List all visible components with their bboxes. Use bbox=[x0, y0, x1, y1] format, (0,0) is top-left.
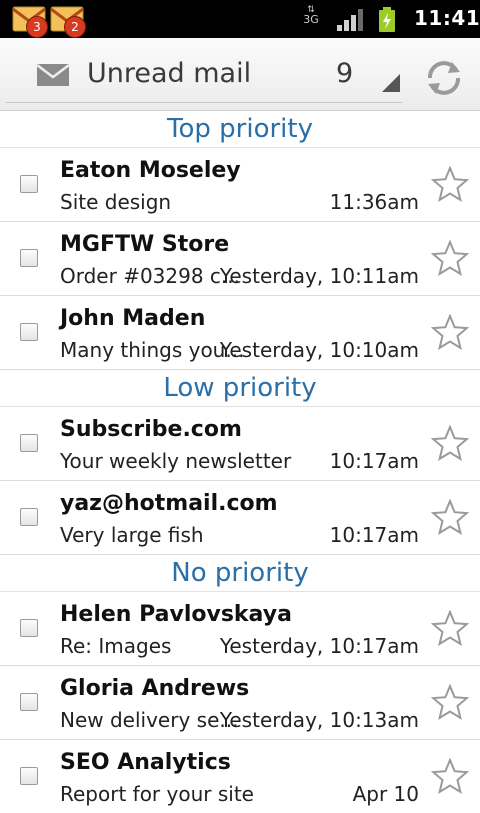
select-checkbox[interactable] bbox=[20, 767, 38, 785]
message-date: Yesterday, 10:11am bbox=[219, 264, 419, 288]
message-subject: Site design bbox=[60, 190, 172, 214]
message-sender: SEO Analytics bbox=[60, 750, 231, 775]
star-icon[interactable] bbox=[431, 240, 469, 276]
gmail-notification[interactable]: 2 bbox=[50, 6, 86, 38]
star-icon[interactable] bbox=[431, 758, 469, 794]
clock: 11:41 bbox=[414, 6, 480, 30]
star-icon[interactable] bbox=[431, 425, 469, 461]
star-icon[interactable] bbox=[431, 166, 469, 202]
section-header-top-priority: Top priority bbox=[0, 111, 480, 148]
sync-icon bbox=[428, 61, 460, 95]
envelope-icon bbox=[36, 64, 70, 86]
message-subject: Many things you... bbox=[60, 338, 245, 362]
message-subject: Report for your site bbox=[60, 782, 254, 806]
unread-count: 9 bbox=[336, 58, 354, 89]
message-date: Yesterday, 10:17am bbox=[219, 634, 419, 658]
message-date: 10:17am bbox=[329, 449, 419, 473]
select-checkbox[interactable] bbox=[20, 175, 38, 193]
message-sender: Gloria Andrews bbox=[60, 676, 250, 701]
message-sender: Subscribe.com bbox=[60, 417, 242, 442]
folder-title: Unread mail bbox=[87, 58, 252, 89]
message-subject: New delivery se... bbox=[60, 708, 239, 732]
message-row[interactable]: SEO Analytics Report for your site Apr 1… bbox=[0, 740, 480, 813]
select-checkbox[interactable] bbox=[20, 693, 38, 711]
message-date: Yesterday, 10:10am bbox=[219, 338, 419, 362]
select-checkbox[interactable] bbox=[20, 434, 38, 452]
message-sender: MGFTW Store bbox=[60, 232, 230, 257]
signal-strength-icon bbox=[337, 9, 363, 31]
section-header-low-priority: Low priority bbox=[0, 370, 480, 407]
message-subject: Your weekly newsletter bbox=[60, 449, 292, 473]
message-sender: Helen Pavlovskaya bbox=[60, 602, 292, 627]
message-row[interactable]: Helen Pavlovskaya Re: Images Yesterday, … bbox=[0, 592, 480, 666]
message-subject: Order #03298 c... bbox=[60, 264, 240, 288]
message-sender: John Maden bbox=[60, 306, 206, 331]
message-row[interactable]: Subscribe.com Your weekly newsletter 10:… bbox=[0, 407, 480, 481]
message-row[interactable]: Eaton Moseley Site design 11:36am bbox=[0, 148, 480, 222]
message-row[interactable]: yaz@hotmail.com Very large fish 10:17am bbox=[0, 481, 480, 555]
message-subject: Re: Images bbox=[60, 634, 172, 658]
dropdown-triangle-icon bbox=[382, 74, 400, 92]
notification-count-badge: 2 bbox=[64, 16, 86, 38]
title-underline bbox=[6, 102, 402, 103]
notification-count-badge: 3 bbox=[26, 16, 48, 38]
message-list: Top priority Eaton Moseley Site design 1… bbox=[0, 111, 480, 813]
gmail-notification[interactable]: 3 bbox=[12, 6, 48, 38]
title-bar: Unread mail 9 bbox=[0, 38, 480, 111]
message-row[interactable]: Gloria Andrews New delivery se... Yester… bbox=[0, 666, 480, 740]
select-checkbox[interactable] bbox=[20, 323, 38, 341]
star-icon[interactable] bbox=[431, 610, 469, 646]
message-date: Apr 10 bbox=[352, 782, 419, 806]
message-date: 11:36am bbox=[329, 190, 419, 214]
section-header-no-priority: No priority bbox=[0, 555, 480, 592]
message-row[interactable]: MGFTW Store Order #03298 c... Yesterday,… bbox=[0, 222, 480, 296]
battery-charging-icon bbox=[379, 7, 395, 32]
folder-selector[interactable]: Unread mail 9 bbox=[0, 38, 410, 110]
status-bar: 3 2 ⇅ 3G 11:41 bbox=[0, 0, 480, 38]
network-type-label: 3G bbox=[303, 13, 319, 26]
message-sender: yaz@hotmail.com bbox=[60, 491, 278, 516]
message-date: 10:17am bbox=[329, 523, 419, 547]
select-checkbox[interactable] bbox=[20, 249, 38, 267]
star-icon[interactable] bbox=[431, 684, 469, 720]
select-checkbox[interactable] bbox=[20, 508, 38, 526]
message-subject: Very large fish bbox=[60, 523, 204, 547]
message-sender: Eaton Moseley bbox=[60, 158, 241, 183]
star-icon[interactable] bbox=[431, 499, 469, 535]
message-row[interactable]: John Maden Many things you... Yesterday,… bbox=[0, 296, 480, 370]
message-date: Yesterday, 10:13am bbox=[219, 708, 419, 732]
sync-button[interactable] bbox=[422, 56, 466, 100]
select-checkbox[interactable] bbox=[20, 619, 38, 637]
star-icon[interactable] bbox=[431, 314, 469, 350]
network-3g-icon: ⇅ 3G bbox=[303, 5, 319, 26]
